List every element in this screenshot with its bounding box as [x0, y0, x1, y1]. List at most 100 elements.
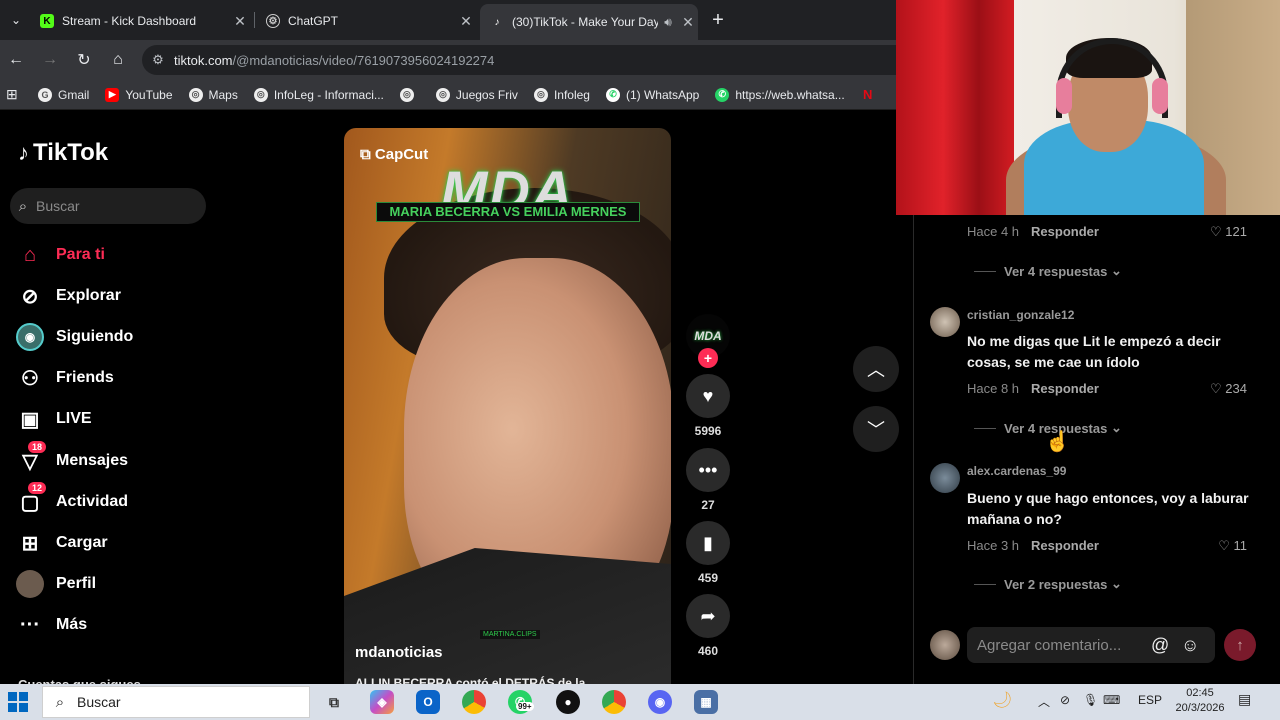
reply-button[interactable]: Responder	[1031, 224, 1099, 239]
tiktok-logo[interactable]: ♪ TikTok	[18, 139, 108, 167]
view-replies-button[interactable]: Ver 2 respuestas ⌄	[974, 576, 1122, 592]
bookmark-infoleg[interactable]: ◎ Infoleg	[533, 87, 590, 102]
home-icon[interactable]: ⌂	[106, 48, 130, 72]
language-indicator[interactable]: ESP	[1138, 693, 1162, 707]
reload-icon[interactable]: ↻	[72, 48, 96, 72]
microphone-icon[interactable]: 🎙︎	[1083, 693, 1098, 707]
comment-like-button[interactable]: ♡ 121	[1210, 224, 1247, 240]
speaker-icon[interactable]: 🔊︎	[658, 15, 678, 30]
comment-button[interactable]: ••• 27	[684, 448, 732, 512]
headphone-cup-right	[1152, 78, 1168, 114]
clip-watermark: MARTINA.CLIPS	[480, 630, 540, 639]
tab-tiktok[interactable]: ♪ (30)TikTok - Make Your Day 🔊︎ ✕	[480, 4, 698, 40]
comment-like-button[interactable]: ♡ 234	[1210, 381, 1247, 397]
video-frame-shirt	[344, 548, 671, 688]
follow-plus-icon[interactable]: +	[698, 348, 718, 368]
share-button[interactable]: ➦ 460	[684, 594, 732, 658]
back-arrow-icon[interactable]: ←	[4, 48, 28, 72]
avatar[interactable]	[930, 307, 960, 337]
copilot-icon[interactable]: ◈	[370, 690, 394, 714]
outlook-icon[interactable]: O	[416, 690, 440, 714]
comment-username[interactable]: alex.cardenas_99	[967, 464, 1066, 478]
globe-icon: G	[38, 87, 52, 102]
whatsapp-icon[interactable]: ✆99+	[508, 690, 534, 714]
discord-icon[interactable]: ◉	[648, 690, 672, 714]
nav-cargar[interactable]: ⊞ Cargar	[16, 528, 216, 558]
nav-mensajes[interactable]: ▽ 18 Mensajes	[16, 441, 216, 476]
tab-divider	[254, 12, 255, 28]
tab-kick[interactable]: K Stream - Kick Dashboard ✕	[30, 6, 250, 36]
chrome-icon[interactable]	[602, 690, 626, 714]
bookmark-infoleg-info[interactable]: ◎ InfoLeg - Informaci...	[253, 87, 384, 102]
previous-video-button[interactable]: ︿	[853, 346, 899, 392]
author-avatar[interactable]: MDA +	[684, 314, 732, 368]
bookmark-maps[interactable]: ◎ Maps	[188, 87, 238, 102]
reply-button[interactable]: Responder	[1031, 381, 1099, 396]
heart-outline-icon: ♡	[1210, 380, 1222, 396]
video-player[interactable]: ⧉ CapCut MDA MARIA BECERRA VS EMILIA MER…	[344, 128, 671, 688]
forward-arrow-icon[interactable]: →	[38, 48, 62, 72]
save-button[interactable]: ▮ 459	[684, 521, 732, 585]
bookmark-netflix[interactable]: N	[861, 87, 881, 102]
chatgpt-icon: ⚙	[266, 14, 280, 28]
bookmark-whatsapp-web[interactable]: ✆ https://web.whatsa...	[715, 87, 845, 102]
nav-label: Más	[56, 616, 88, 633]
new-tab-button[interactable]: +	[706, 8, 730, 32]
chevron-up-icon[interactable]: ︿	[1038, 693, 1050, 710]
nav-siguiendo[interactable]: ◉ Siguiendo	[16, 322, 216, 352]
bookmark-label: InfoLeg - Informaci...	[273, 87, 384, 102]
nav-para-ti[interactable]: ⌂ Para ti	[16, 240, 216, 270]
app-icon[interactable]: ●	[556, 690, 580, 714]
close-icon[interactable]: ✕	[678, 14, 698, 31]
chevron-up-icon: ︿	[867, 360, 885, 380]
windows-start-icon[interactable]	[8, 692, 28, 712]
like-button[interactable]: ♥ 5996	[684, 374, 732, 438]
apps-grid-icon[interactable]: ⊞	[6, 86, 20, 103]
view-replies-button[interactable]: Ver 4 respuestas ⌄	[974, 263, 1122, 279]
nav-actividad[interactable]: ▢ 12 Actividad	[16, 482, 216, 517]
tab-chatgpt[interactable]: ⚙ ChatGPT ✕	[256, 6, 476, 36]
mention-icon[interactable]: @	[1151, 635, 1169, 656]
nav-label: Explorar	[56, 287, 121, 304]
bookmark-youtube[interactable]: ▶ YouTube	[105, 87, 173, 102]
send-comment-button[interactable]: ↑	[1224, 629, 1256, 661]
whatsapp-icon: ✆	[605, 87, 620, 102]
nav-friends[interactable]: ⚇ Friends	[16, 363, 216, 393]
next-video-button[interactable]: ﹀	[853, 406, 899, 452]
keyboard-icon[interactable]: ⌨	[1103, 693, 1120, 707]
app-icon[interactable]: ▦	[694, 690, 718, 714]
address-bar[interactable]: ⚙ tiktok.com/@mdanoticias/video/76190739…	[142, 45, 912, 75]
chevron-down-icon: ﹀	[867, 420, 885, 440]
search-input[interactable]: ⌕ Buscar	[10, 188, 206, 224]
emoji-icon[interactable]: ☺	[1181, 635, 1199, 656]
comment-bubble-icon: •••	[686, 448, 730, 492]
site-settings-icon[interactable]: ⚙	[142, 52, 174, 68]
chrome-icon[interactable]	[462, 690, 486, 714]
close-icon[interactable]: ✕	[456, 13, 476, 30]
bookmark-untitled[interactable]: ◎	[399, 87, 420, 102]
weather-moon-icon[interactable]: 🌙︎	[992, 690, 1012, 710]
nav-perfil[interactable]: Perfil	[16, 569, 216, 599]
nav-explorar[interactable]: ⊘ Explorar	[16, 281, 216, 311]
comment-like-button[interactable]: ♡ 11	[1218, 538, 1247, 554]
nav-mas[interactable]: ··· Más	[16, 610, 216, 640]
globe-icon: ◎	[435, 87, 450, 102]
reply-button[interactable]: Responder	[1031, 538, 1099, 553]
nav-live[interactable]: ▣ LIVE	[16, 404, 216, 434]
taskbar-search-input[interactable]: ⌕ Buscar	[42, 686, 310, 718]
comment-username[interactable]: cristian_gonzale12	[967, 308, 1074, 322]
bookmark-gmail[interactable]: G Gmail	[38, 87, 89, 102]
close-icon[interactable]: ✕	[230, 13, 250, 30]
network-icon[interactable]: ⊘	[1060, 693, 1070, 707]
webcam-curtain	[896, 0, 1014, 215]
tiktok-logo-icon: ♪	[18, 140, 29, 165]
avatar[interactable]	[930, 463, 960, 493]
tab-search-chevron-icon[interactable]: ⌄	[4, 8, 28, 32]
taskbar-clock[interactable]: 02:45 20/3/2026	[1172, 686, 1228, 716]
video-author[interactable]: mdanoticias	[355, 644, 443, 661]
notifications-icon[interactable]: ▤	[1238, 691, 1251, 708]
bookmark-juegos-friv[interactable]: ◎ Juegos Friv	[435, 87, 518, 102]
bookmark-whatsapp[interactable]: ✆ (1) WhatsApp	[605, 87, 699, 102]
comment-input[interactable]: Agregar comentario... @ ☺	[967, 627, 1215, 663]
task-view-icon[interactable]: ⧉	[322, 690, 346, 714]
